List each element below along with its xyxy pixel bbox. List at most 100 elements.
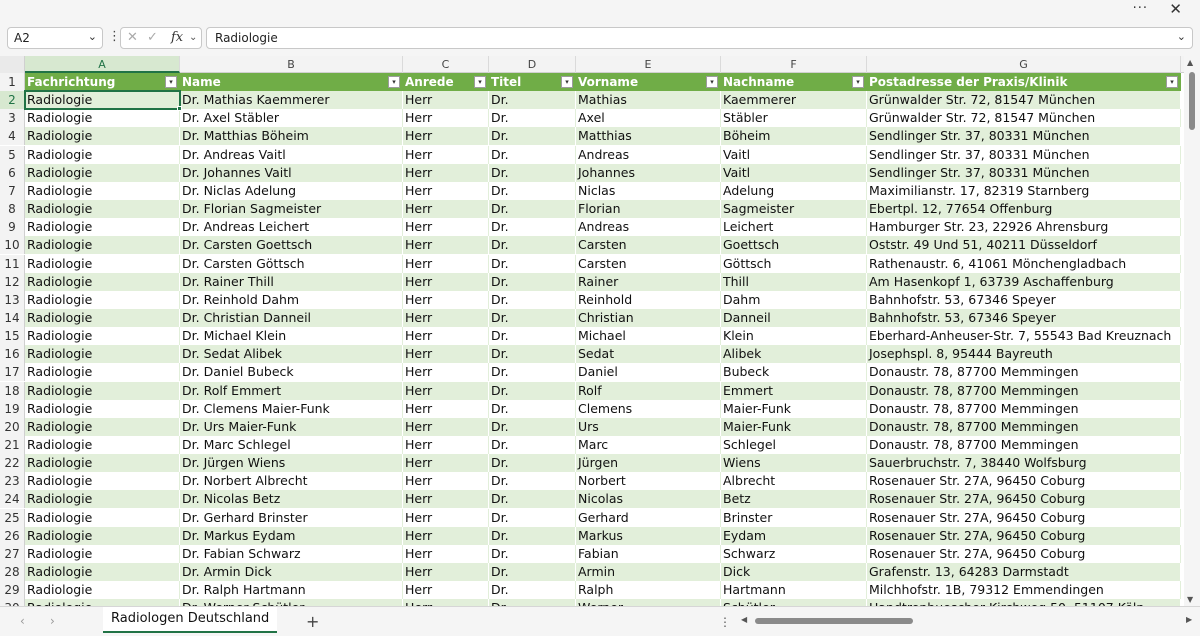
table-cell[interactable]: Herr [403,181,489,200]
table-cell[interactable]: Grünwalder Str. 72, 81547 München [867,109,1181,128]
table-cell[interactable]: Herr [403,345,489,364]
row-header-6[interactable]: 6 [0,163,25,182]
table-cell[interactable]: Daniel [576,363,721,382]
table-cell[interactable]: Herr [403,200,489,219]
cancel-icon[interactable]: ✕ [127,30,138,45]
column-header-g[interactable]: G [867,56,1181,73]
close-icon[interactable]: ✕ [1169,0,1182,18]
table-cell[interactable]: Oststr. 49 Und 51, 40211 Düsseldorf [867,236,1181,255]
table-cell[interactable]: Dr. [489,417,576,436]
table-cell[interactable]: Dr. [489,163,576,182]
table-cell[interactable]: Dr. Werner Schütler [180,599,403,606]
table-cell[interactable]: Dr. Florian Sagmeister [180,200,403,219]
table-cell[interactable]: Dr. Markus Eydam [180,526,403,545]
table-cell[interactable]: Emmert [721,381,867,400]
table-cell[interactable]: Goettsch [721,236,867,255]
table-cell[interactable]: Dr. [489,327,576,346]
row-header-27[interactable]: 27 [0,544,25,563]
previous-sheet-icon[interactable]: ‹ [20,614,25,628]
table-cell[interactable]: Dr. [489,544,576,563]
row-header-22[interactable]: 22 [0,454,25,473]
table-cell[interactable]: Dr. [489,345,576,364]
table-cell[interactable]: Dr. Andreas Vaitl [180,145,403,164]
table-cell[interactable]: Radiologie [25,544,180,563]
column-header-b[interactable]: B [180,56,403,73]
table-cell[interactable]: Maximilianstr. 17, 82319 Starnberg [867,181,1181,200]
table-cell[interactable]: Böheim [721,127,867,146]
scroll-down-icon[interactable]: ▼ [1187,595,1193,604]
table-cell[interactable]: Sauerbruchstr. 7, 38440 Wolfsburg [867,454,1181,473]
table-cell[interactable]: Dr. Reinhold Dahm [180,290,403,309]
table-cell[interactable]: Andreas [576,145,721,164]
table-cell[interactable]: Dr. Andreas Leichert [180,218,403,237]
row-header-15[interactable]: 15 [0,327,25,346]
table-cell[interactable]: Bahnhofstr. 53, 67346 Speyer [867,290,1181,309]
table-cell[interactable]: Matthias [576,127,721,146]
enter-icon[interactable]: ✓ [147,30,158,45]
table-cell[interactable]: Dr. [489,508,576,527]
row-header-5[interactable]: 5 [0,145,25,164]
table-cell[interactable]: Herr [403,236,489,255]
table-cell[interactable]: Rosenauer Str. 27A, 96450 Coburg [867,544,1181,563]
table-cell[interactable]: Dr. [489,526,576,545]
row-header-2[interactable]: 2 [0,91,25,110]
table-cell[interactable]: Ebertpl. 12, 77654 Offenburg [867,200,1181,219]
table-cell[interactable]: Radiologie [25,472,180,491]
table-cell[interactable]: Kaemmerer [721,91,867,110]
table-cell[interactable]: Herr [403,363,489,382]
expand-formula-chevron-icon[interactable]: ⌄ [1177,30,1186,43]
table-cell[interactable]: Jürgen [576,454,721,473]
table-cell[interactable]: Gerhard [576,508,721,527]
table-cell[interactable]: Radiologie [25,127,180,146]
table-cell[interactable]: Dr. Urs Maier-Funk [180,417,403,436]
function-chevron-icon[interactable]: ⌄ [189,32,197,43]
table-cell[interactable]: Michael [576,327,721,346]
table-cell[interactable]: Dr. Michael Klein [180,327,403,346]
table-cell[interactable]: Herr [403,436,489,454]
table-cell[interactable]: Brinster [721,508,867,527]
filter-dropdown-icon[interactable]: ▾ [165,76,177,88]
table-cell[interactable]: Adelung [721,181,867,200]
table-cell[interactable]: Florian [576,200,721,219]
table-cell[interactable]: Dr. [489,490,576,509]
table-header-cell[interactable]: Name [180,73,403,91]
table-cell[interactable]: Radiologie [25,272,180,291]
table-cell[interactable]: Grafenstr. 13, 64283 Darmstadt [867,563,1181,582]
table-cell[interactable]: Dr. [489,363,576,382]
row-header-3[interactable]: 3 [0,109,25,128]
row-header-12[interactable]: 12 [0,272,25,291]
table-cell[interactable]: Leichert [721,218,867,237]
table-cell[interactable]: Herr [403,472,489,491]
table-cell[interactable]: Dr. Mathias Kaemmerer [180,91,403,110]
table-cell[interactable]: Betz [721,490,867,509]
table-cell[interactable]: Eydam [721,526,867,545]
table-cell[interactable]: Dr. Rainer Thill [180,272,403,291]
table-cell[interactable]: Fabian [576,544,721,563]
table-cell[interactable]: Radiologie [25,363,180,382]
column-header-f[interactable]: F [721,56,867,73]
table-cell[interactable]: Dr. [489,145,576,164]
table-cell[interactable]: Reinhold [576,290,721,309]
table-cell[interactable]: Albrecht [721,472,867,491]
table-cell[interactable]: Herr [403,91,489,110]
table-cell[interactable]: Dr. Carsten Goettsch [180,236,403,255]
table-cell[interactable]: Urs [576,417,721,436]
table-cell[interactable]: Christian [576,308,721,327]
row-header-8[interactable]: 8 [0,200,25,219]
fill-handle[interactable] [177,106,182,112]
table-cell[interactable]: Dr. Norbert Albrecht [180,472,403,491]
scroll-up-icon[interactable]: ▲ [1187,58,1193,67]
table-cell[interactable]: Radiologie [25,91,180,110]
table-cell[interactable]: Rolf [576,381,721,400]
table-cell[interactable]: Radiologie [25,308,180,327]
table-cell[interactable]: Donaustr. 78, 87700 Memmingen [867,363,1181,382]
table-cell[interactable]: Dr. Matthias Böheim [180,127,403,146]
table-cell[interactable]: Donaustr. 78, 87700 Memmingen [867,417,1181,436]
table-cell[interactable]: Rainer [576,272,721,291]
row-header-18[interactable]: 18 [0,381,25,400]
table-cell[interactable]: Herr [403,218,489,237]
table-cell[interactable]: Wiens [721,454,867,473]
table-cell[interactable]: Dr. [489,200,576,219]
column-header-c[interactable]: C [403,56,489,73]
table-cell[interactable]: Herr [403,526,489,545]
